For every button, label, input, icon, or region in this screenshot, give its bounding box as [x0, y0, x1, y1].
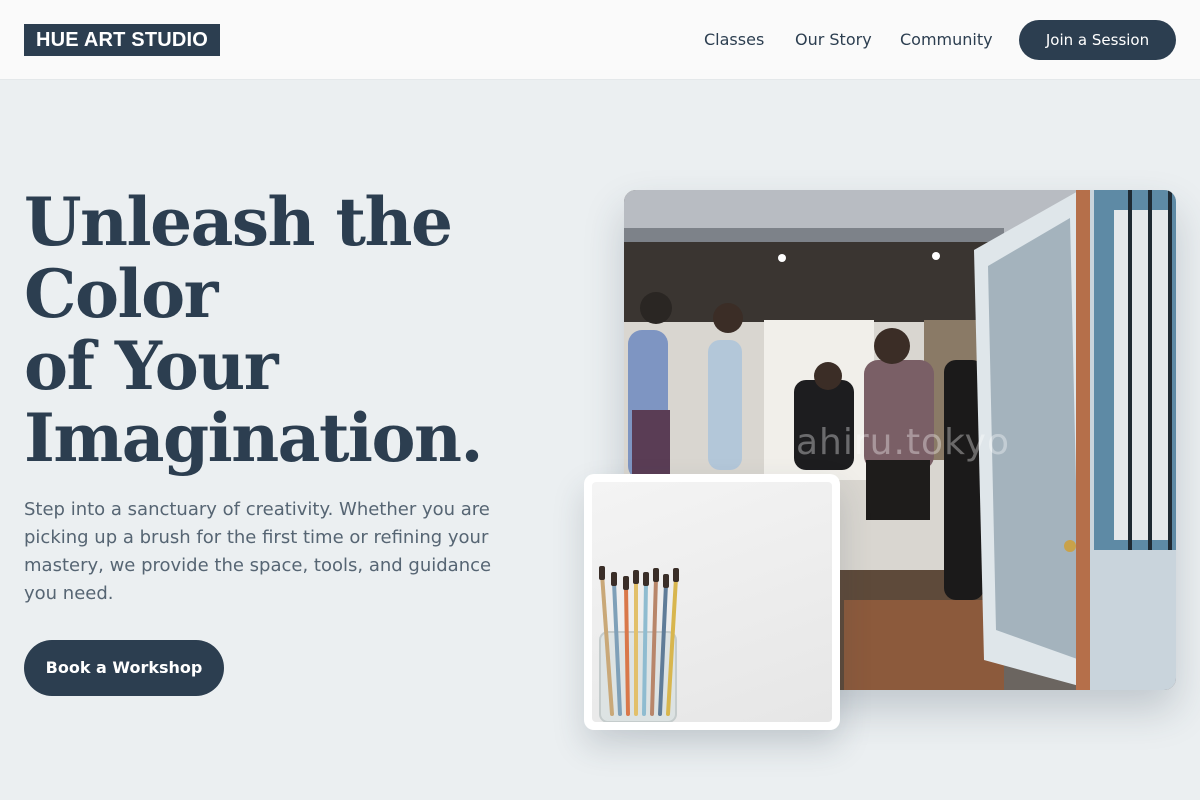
site-header: HUE ART STUDIO Classes Our Story Communi… — [0, 0, 1200, 80]
hero-title-line: Color — [24, 255, 218, 333]
photo-watermark: ahiru.tokyo — [796, 422, 1010, 463]
hero-title: Unleash the Color of Your Imagination. — [24, 186, 544, 474]
paintbrush-photo-card — [584, 474, 840, 730]
nav-link-community[interactable]: Community — [900, 28, 993, 52]
join-session-button[interactable]: Join a Session — [1019, 20, 1176, 60]
nav-link-our-story[interactable]: Our Story — [795, 28, 872, 52]
hero-title-line: Imagination. — [24, 399, 484, 477]
hero-title-line: of Your — [24, 327, 279, 405]
nav-link-classes[interactable]: Classes — [704, 28, 764, 52]
hero-title-line: Unleash the — [24, 183, 453, 261]
paintbrush-jar-illustration — [599, 566, 679, 722]
paintbrush-photo — [592, 482, 832, 722]
book-workshop-button[interactable]: Book a Workshop — [24, 640, 224, 696]
hero-description: Step into a sanctuary of creativity. Whe… — [24, 499, 492, 604]
logo[interactable]: HUE ART STUDIO — [24, 24, 221, 56]
